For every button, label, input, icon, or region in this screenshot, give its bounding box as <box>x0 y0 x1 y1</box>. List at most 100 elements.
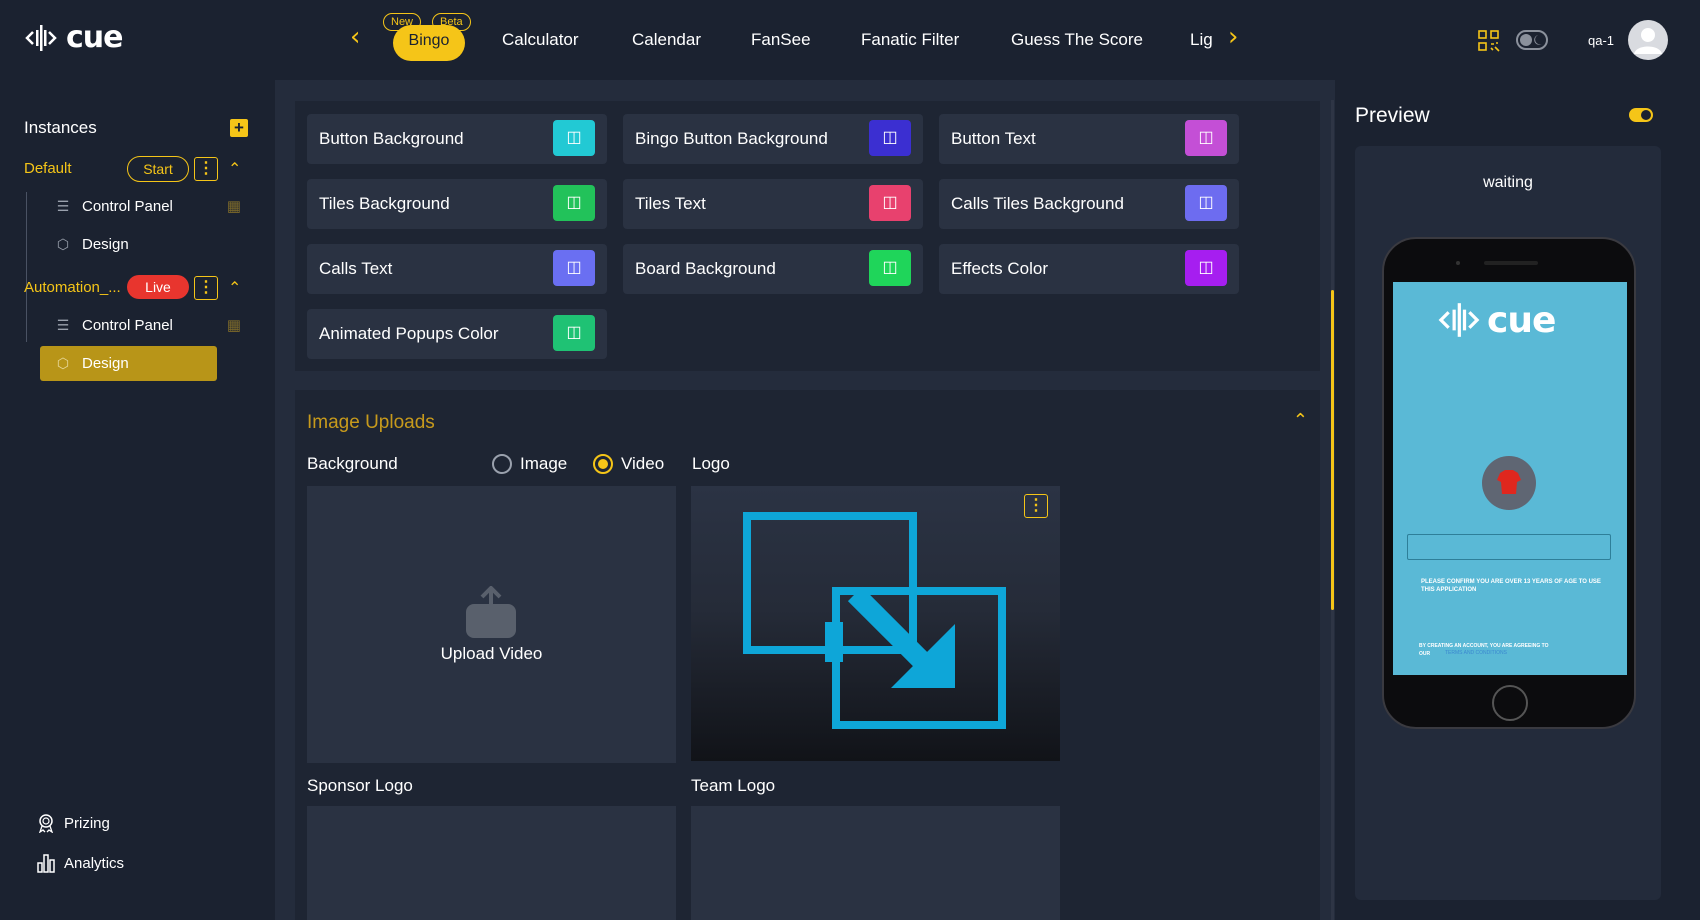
paint-bucket-icon[interactable]: ◫ <box>1185 250 1227 286</box>
color-label: Button Text <box>951 129 1036 148</box>
collapse-section-icon[interactable]: ⌃ <box>1293 410 1308 431</box>
color-setting-button-text[interactable]: Button Text ◫ <box>939 114 1239 164</box>
tab-guess-the-score[interactable]: Guess The Score <box>1011 30 1143 50</box>
phone-camera <box>1456 261 1460 265</box>
bar-chart-icon <box>37 854 55 873</box>
cue-waveform-icon <box>1438 303 1480 337</box>
nav-prev-arrow-icon[interactable]: ‹ <box>350 22 360 52</box>
screen-logo-text: cue <box>1487 299 1556 341</box>
live-status-badge[interactable]: Live <box>127 275 189 299</box>
theme-toggle-icon[interactable] <box>1516 30 1548 50</box>
top-bar: cue ‹ New Beta Bingo Calculator Calendar… <box>0 0 1700 80</box>
sidebar-link-prizing[interactable]: Prizing <box>36 813 110 833</box>
background-video-upload[interactable]: Upload Video <box>307 486 676 763</box>
paint-bucket-icon[interactable]: ◫ <box>553 250 595 286</box>
paint-bucket-icon[interactable]: ◫ <box>1185 185 1227 221</box>
preview-title: Preview <box>1355 104 1430 127</box>
radio-video[interactable] <box>593 454 613 474</box>
tab-lig[interactable]: Lig <box>1190 30 1212 50</box>
collapse-instance-icon[interactable]: ⌃ <box>228 159 241 179</box>
cube-icon: ⬡ <box>56 355 70 371</box>
image-uploads-section: Image Uploads ⌃ Background Image Video L… <box>295 390 1320 920</box>
tab-fanatic-filter[interactable]: Fanatic Filter <box>861 30 959 50</box>
paint-bucket-icon[interactable]: ◫ <box>869 120 911 156</box>
paint-bucket-icon[interactable]: ◫ <box>553 120 595 156</box>
logo-image-preview[interactable]: ⋮ <box>691 486 1060 761</box>
add-instance-button[interactable]: + <box>230 119 248 137</box>
cube-icon: ⬡ <box>56 236 70 252</box>
nav-next-arrow-icon[interactable]: › <box>1228 22 1238 52</box>
sidebar-item-label: Control Panel <box>82 316 173 334</box>
start-button[interactable]: Start <box>127 156 189 182</box>
cue-waveform-icon <box>25 24 57 51</box>
jersey-icon <box>1497 470 1521 494</box>
color-label: Board Background <box>635 259 776 278</box>
terms-link[interactable]: TERMS AND CONDITIONS <box>1445 650 1507 656</box>
color-setting-calls-tiles-background[interactable]: Calls Tiles Background ◫ <box>939 179 1239 229</box>
color-label: Animated Popups Color <box>319 324 499 343</box>
paint-bucket-icon[interactable]: ◫ <box>1185 120 1227 156</box>
color-setting-calls-text[interactable]: Calls Text ◫ <box>307 244 607 294</box>
tree-line <box>26 192 27 342</box>
color-setting-board-background[interactable]: Board Background ◫ <box>623 244 923 294</box>
section-title: Image Uploads <box>307 412 435 433</box>
instance-name-default[interactable]: Default <box>24 160 72 177</box>
paint-bucket-icon[interactable]: ◫ <box>553 315 595 351</box>
instance-menu-button[interactable]: ⋮ <box>194 276 218 300</box>
paint-bucket-icon[interactable]: ◫ <box>869 185 911 221</box>
qr-code-icon[interactable] <box>1478 30 1500 52</box>
phone-home-button <box>1492 685 1528 721</box>
color-label: Effects Color <box>951 259 1049 278</box>
app-logo[interactable]: cue <box>24 20 123 55</box>
qr-code-icon[interactable]: ▦ <box>225 198 243 216</box>
tab-calendar[interactable]: Calendar <box>632 30 701 50</box>
radio-image-label: Image <box>520 454 568 473</box>
instance-name-automation[interactable]: Automation_... <box>24 279 121 296</box>
sidebar-link-analytics[interactable]: Analytics <box>36 853 124 873</box>
collapse-instance-icon[interactable]: ⌃ <box>228 278 241 298</box>
user-avatar-icon <box>1634 28 1662 54</box>
tab-calculator[interactable]: Calculator <box>502 30 579 50</box>
sidebar-item-design[interactable]: ⬡ Design <box>54 235 129 253</box>
preview-toggle[interactable] <box>1629 108 1653 122</box>
paint-bucket-icon[interactable]: ◫ <box>553 185 595 221</box>
sidebar-item-design[interactable]: ⬡ Design <box>54 354 129 372</box>
phone-mockup: cue PLEASE CONFIRM YOU ARE OVER 13 YEARS… <box>1382 237 1636 729</box>
color-setting-tiles-background[interactable]: Tiles Background ◫ <box>307 179 607 229</box>
age-confirm-text: PLEASE CONFIRM YOU ARE OVER 13 YEARS OF … <box>1421 579 1601 593</box>
tab-fansee[interactable]: FanSee <box>751 30 811 50</box>
color-setting-bingo-button-background[interactable]: Bingo Button Background ◫ <box>623 114 923 164</box>
instance-menu-button[interactable]: ⋮ <box>194 157 218 181</box>
avatar[interactable] <box>1628 20 1668 60</box>
paint-bucket-icon[interactable]: ◫ <box>869 250 911 286</box>
instances-title: Instances <box>24 118 97 137</box>
color-label: Tiles Background <box>319 194 450 213</box>
prizing-label: Prizing <box>64 814 110 832</box>
sponsor-logo-label: Sponsor Logo <box>307 776 413 795</box>
logo-label: Logo <box>692 454 730 473</box>
sponsor-logo-upload[interactable] <box>307 806 676 920</box>
qr-code-icon[interactable]: ▦ <box>225 317 243 335</box>
color-setting-animated-popups-color[interactable]: Animated Popups Color ◫ <box>307 309 607 359</box>
sidebar: Instances + Default Start ⋮ ⌃ ☰ Control … <box>0 80 275 920</box>
sidebar-item-label: Design <box>82 354 129 372</box>
color-label: Calls Text <box>319 259 393 278</box>
radio-image[interactable] <box>492 454 512 474</box>
sliders-icon: ☰ <box>56 198 70 214</box>
screen-avatar <box>1482 456 1536 510</box>
color-setting-effects-color[interactable]: Effects Color ◫ <box>939 244 1239 294</box>
tab-bingo[interactable]: Bingo <box>393 25 465 61</box>
award-icon <box>38 814 54 833</box>
resize-image-icon <box>743 512 1006 729</box>
upload-video-label: Upload Video <box>440 644 543 663</box>
user-name: qa-1 <box>1588 33 1615 48</box>
logo-menu-button[interactable]: ⋮ <box>1024 494 1048 518</box>
scrollbar-thumb[interactable] <box>1331 290 1334 610</box>
color-setting-tiles-text[interactable]: Tiles Text ◫ <box>623 179 923 229</box>
team-logo-upload[interactable] <box>691 806 1060 920</box>
sidebar-item-control-panel[interactable]: ☰ Control Panel <box>54 316 173 334</box>
sidebar-item-control-panel[interactable]: ☰ Control Panel <box>54 197 173 215</box>
team-logo-label: Team Logo <box>691 776 776 795</box>
color-setting-button-background[interactable]: Button Background ◫ <box>307 114 607 164</box>
screen-input-field[interactable] <box>1407 534 1611 560</box>
